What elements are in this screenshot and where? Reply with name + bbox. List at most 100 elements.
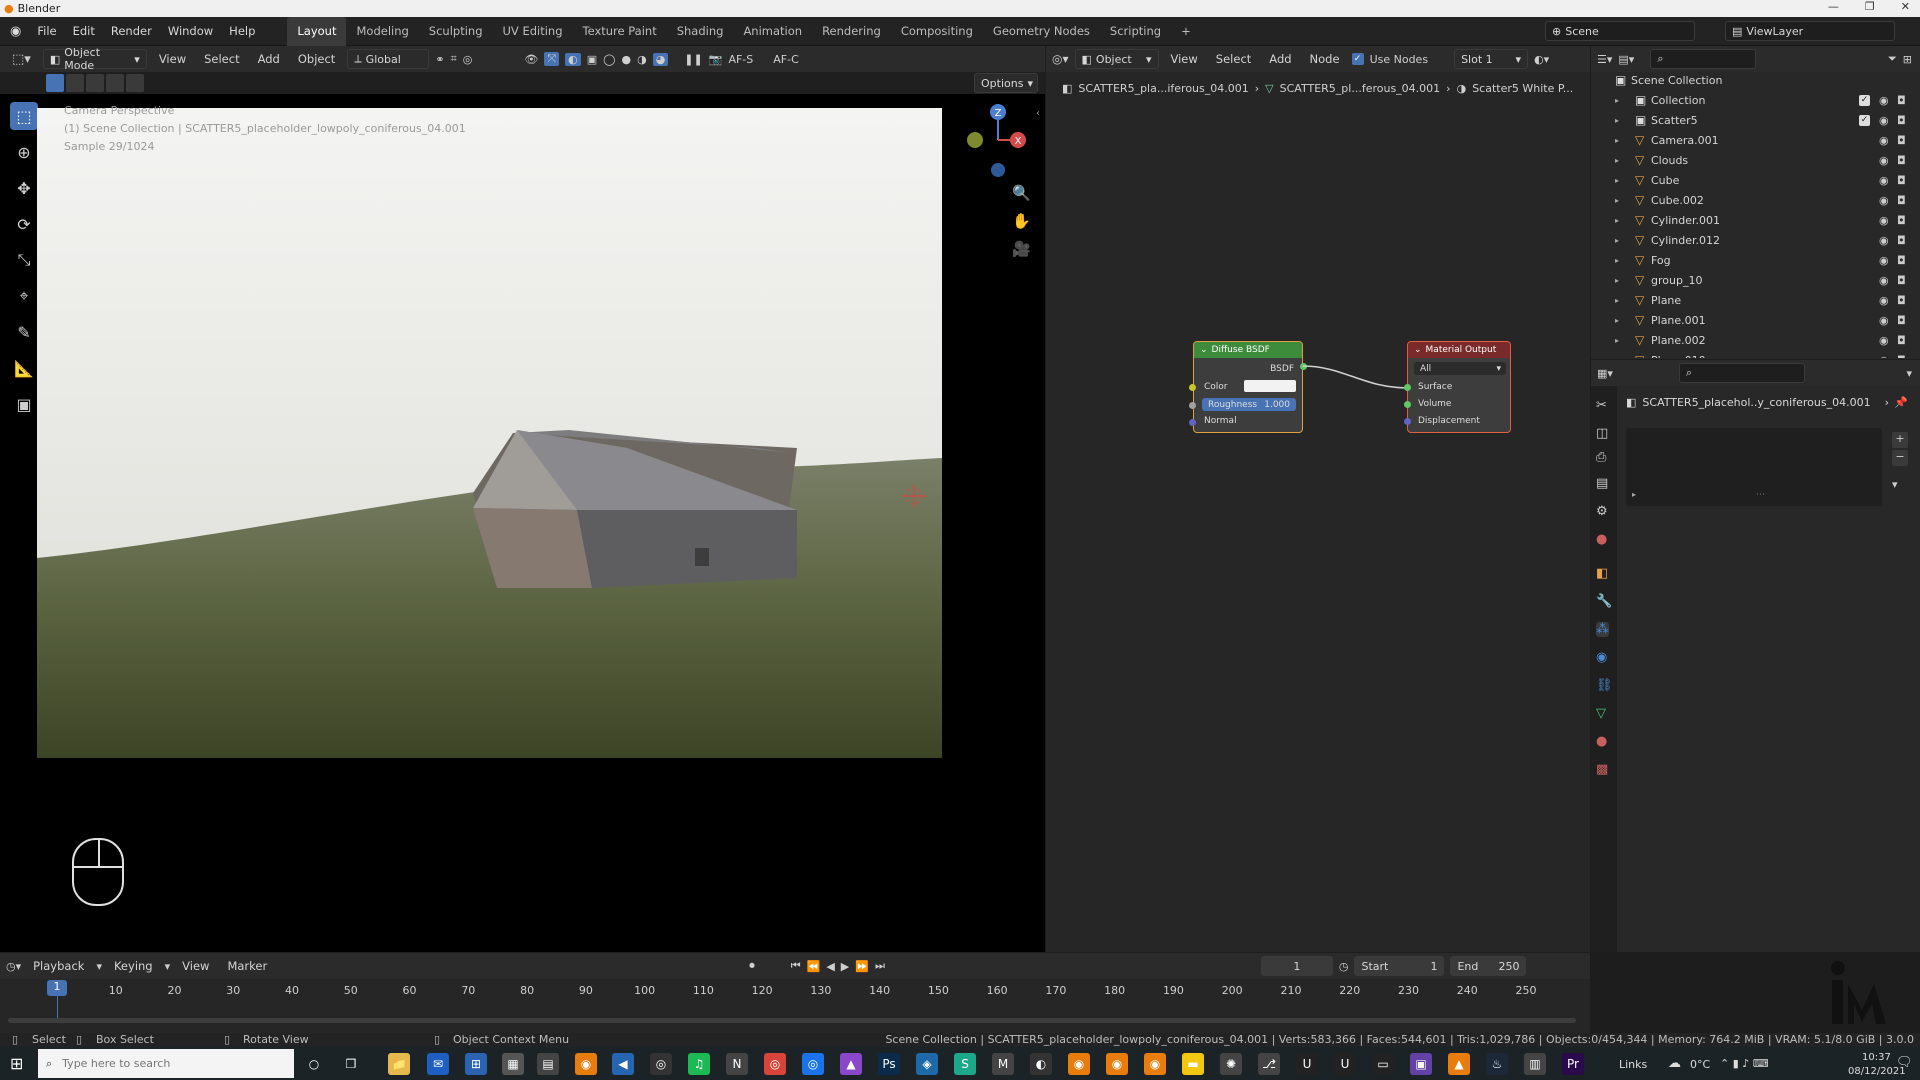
tab-sculpting[interactable]: Sculpting: [419, 17, 493, 46]
keying-menu[interactable]: Keying: [108, 959, 159, 973]
material-sphere-icon[interactable]: ◐▾: [1534, 53, 1549, 66]
expand-arrow-icon[interactable]: ▸: [1615, 116, 1619, 125]
exclude-checkbox[interactable]: ✓: [1859, 94, 1870, 106]
rotate-tool-icon[interactable]: ⟳: [10, 210, 38, 238]
outliner-item[interactable]: ▸ ▽ Plane.002 ◉ ◘: [1591, 330, 1920, 350]
scale-tool-icon[interactable]: ⤡: [10, 246, 38, 274]
taskbar-search-box[interactable]: ⌕: [38, 1049, 294, 1078]
blender-app4-icon[interactable]: ◉: [1144, 1053, 1166, 1075]
file-explorer-icon[interactable]: 📁: [388, 1053, 410, 1075]
tab-uv-editing[interactable]: UV Editing: [493, 17, 573, 46]
rendered-view[interactable]: [37, 108, 942, 758]
node-menu-view[interactable]: View: [1165, 52, 1204, 66]
marker-menu[interactable]: Marker: [221, 959, 273, 973]
sidebar-toggle-icon[interactable]: ‹: [1036, 108, 1040, 119]
material-tab-icon[interactable]: ●: [1596, 734, 1607, 749]
transform-tool-icon[interactable]: ⌖: [10, 282, 38, 310]
af-s-button[interactable]: AF-S: [728, 53, 753, 66]
expand-arrow-icon[interactable]: ▸: [1615, 276, 1619, 285]
transform-orientation-dropdown[interactable]: ⟂ Global: [347, 49, 430, 69]
expand-arrow-icon[interactable]: ▸: [1615, 136, 1619, 145]
weather-icon[interactable]: ☁: [1668, 1056, 1681, 1071]
jump-start-icon[interactable]: ⏮: [791, 959, 801, 973]
menu-edit[interactable]: Edit: [65, 17, 103, 46]
editor-type-icon[interactable]: ⬚▾: [6, 52, 37, 67]
affinity-icon[interactable]: ▲: [840, 1053, 862, 1075]
view-layer-tab-icon[interactable]: ▤: [1596, 476, 1608, 491]
color-input-socket[interactable]: [1189, 384, 1196, 391]
tab-scripting[interactable]: Scripting: [1100, 17, 1171, 46]
git-icon[interactable]: ⎇: [1258, 1053, 1280, 1075]
material-shading-icon[interactable]: ◑: [637, 53, 647, 66]
outlook-icon[interactable]: ✉: [427, 1053, 449, 1075]
blender-app3-icon[interactable]: ◉: [1106, 1053, 1128, 1075]
outliner-item[interactable]: ▸ ▽ Plane ◉ ◘: [1591, 290, 1920, 310]
xray-icon[interactable]: ▣: [587, 53, 597, 66]
output-target-dropdown[interactable]: All ▾: [1414, 362, 1506, 375]
visibility-eye-icon[interactable]: ◉: [1879, 334, 1889, 347]
timeline-type-icon[interactable]: ◷▾: [6, 960, 21, 973]
visibility-eye-icon[interactable]: ◉: [1879, 314, 1889, 327]
notification-icon[interactable]: 🗨: [1896, 1055, 1913, 1070]
render-camera-icon[interactable]: ◘: [1897, 294, 1906, 307]
select-box-tool-icon[interactable]: ⬚: [10, 102, 38, 130]
node-menu-add[interactable]: Add: [1263, 52, 1297, 66]
volume-input-socket[interactable]: [1404, 401, 1411, 408]
breadcrumb-material[interactable]: Scatter5 White P...: [1472, 82, 1573, 95]
expand-arrow-icon[interactable]: ▸: [1615, 96, 1619, 105]
texture-tab-icon[interactable]: ▩: [1596, 762, 1608, 777]
blender-menu-icon[interactable]: ◉: [0, 24, 29, 39]
render-camera-icon[interactable]: ◘: [1897, 114, 1906, 127]
jump-end-icon[interactable]: ⏭: [875, 959, 885, 973]
expand-arrow-icon[interactable]: ▸: [1615, 176, 1619, 185]
zoom-icon[interactable]: 🔍: [1012, 184, 1031, 202]
visibility-eye-icon[interactable]: ◉: [1879, 174, 1889, 187]
scene-tab-icon[interactable]: ⚙: [1596, 504, 1608, 519]
visibility-eye-icon[interactable]: ◉: [1879, 194, 1889, 207]
displacement-input-socket[interactable]: [1404, 418, 1411, 425]
outliner-item[interactable]: ▸ ▽ Fog ◉ ◘: [1591, 250, 1920, 270]
outliner-type-icon[interactable]: ☰▾: [1597, 53, 1612, 66]
node-menu-select[interactable]: Select: [1210, 52, 1257, 66]
menu-file[interactable]: File: [29, 17, 64, 46]
render-camera-icon[interactable]: ◘: [1897, 234, 1906, 247]
menu-help[interactable]: Help: [221, 17, 263, 46]
outliner-item[interactable]: ▸ ▽ Cube.002 ◉ ◘: [1591, 190, 1920, 210]
visibility-eye-icon[interactable]: ◉: [1879, 234, 1889, 247]
expand-arrow-icon[interactable]: ▸: [1615, 256, 1619, 265]
playhead[interactable]: 1: [47, 980, 67, 996]
menu-object[interactable]: Object: [292, 52, 341, 66]
expand-arrow-icon[interactable]: ▸: [1615, 296, 1619, 305]
outliner-item[interactable]: ▸ ▽ Cylinder.012 ◉ ◘: [1591, 230, 1920, 250]
render-camera-icon[interactable]: ◘: [1897, 194, 1906, 207]
rendered-shading-icon[interactable]: ◕: [652, 52, 669, 66]
davinci-icon[interactable]: ✺: [1220, 1053, 1242, 1075]
blender-app-icon[interactable]: ◉: [575, 1053, 597, 1075]
render-camera-icon[interactable]: ◘: [1897, 94, 1906, 107]
object-tab-icon[interactable]: ◧: [1596, 566, 1608, 581]
calculator-icon[interactable]: ▦: [502, 1053, 524, 1075]
world-tab-icon[interactable]: ●: [1596, 532, 1607, 547]
collapse-icon[interactable]: ⌄: [1414, 345, 1422, 355]
visibility-eye-icon[interactable]: ◉: [1879, 274, 1889, 287]
exclude-checkbox[interactable]: ✓: [1859, 114, 1870, 126]
folder-icon[interactable]: ▥: [1524, 1053, 1546, 1075]
roughness-input-socket[interactable]: [1189, 402, 1196, 409]
roughness-slider[interactable]: Roughness 1.000: [1202, 398, 1296, 411]
render-tab-icon[interactable]: ◫: [1596, 426, 1608, 441]
terminal-icon[interactable]: ▭: [1372, 1053, 1394, 1075]
expand-arrow-icon[interactable]: ▸: [1615, 236, 1619, 245]
af-c-button[interactable]: AF-C: [773, 53, 799, 66]
minimize-icon[interactable]: —: [1828, 0, 1839, 13]
display-mode-icon[interactable]: ▤▾: [1618, 53, 1634, 66]
code-icon[interactable]: ◀: [612, 1053, 634, 1075]
color-swatch[interactable]: [1244, 380, 1296, 392]
constraints-tab-icon[interactable]: ⛓: [1596, 678, 1613, 693]
chrome-alt-icon[interactable]: ◎: [802, 1053, 824, 1075]
pan-hand-icon[interactable]: ✋: [1012, 212, 1031, 230]
breadcrumb-object[interactable]: SCATTER5_pla...iferous_04.001: [1078, 82, 1248, 95]
visibility-eye-icon[interactable]: ◉: [1879, 214, 1889, 227]
vlc-icon[interactable]: ▲: [1448, 1053, 1470, 1075]
new-collection-icon[interactable]: ⊞: [1903, 53, 1912, 66]
modifier-tab-icon[interactable]: 🔧: [1596, 594, 1612, 609]
